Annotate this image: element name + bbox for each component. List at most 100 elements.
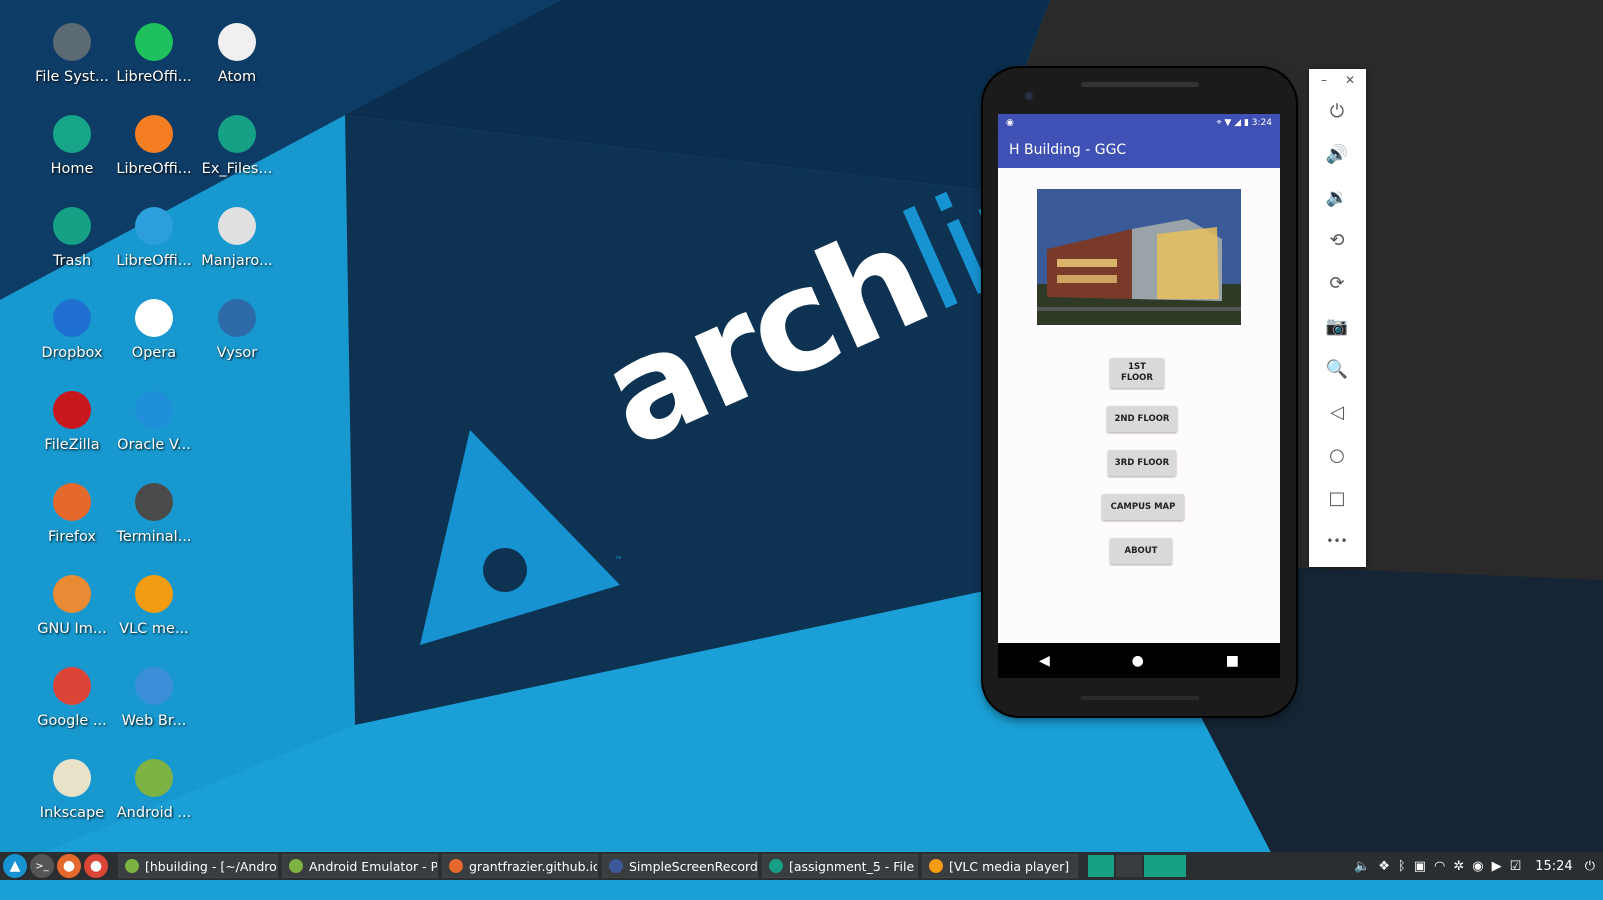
minimize-button[interactable]: – — [1321, 73, 1327, 87]
system-tray: 🔈 ❖ ᛒ ▣ ◠ ✲ ◉ ▶ ☑ 15:24 ⏻ — [1346, 859, 1595, 874]
libreoffice-impress-icon — [135, 115, 173, 153]
emulator-side-toolbar: – ✕ ⏻ 🔊 🔉 ⟲ ⟳ 📷 🔍 ◁ ○ □ ••• — [1309, 69, 1366, 567]
more-icon[interactable]: ••• — [1323, 527, 1351, 555]
desktop-icon-manjaro-settings[interactable]: Manjaro... — [195, 201, 279, 285]
app-button-1st-floor[interactable]: 1ST FLOOR — [1110, 358, 1164, 388]
taskbar-window-button[interactable]: SimpleScreenRecorder — [602, 854, 758, 878]
desktop-icon-libreoffice-calc[interactable]: LibreOffi... — [112, 17, 196, 101]
nav-back-button[interactable]: ◀ — [1039, 653, 1050, 669]
dropbox-icon — [53, 299, 91, 337]
desktop-icon-filezilla[interactable]: FileZilla — [30, 385, 114, 469]
desktop-icon-chrome[interactable]: Google ... — [30, 661, 114, 745]
app-title: H Building - GGC — [1009, 142, 1127, 158]
dropbox-tray-icon[interactable]: ❖ — [1378, 859, 1390, 874]
trash-icon — [53, 207, 91, 245]
window-app-icon — [289, 859, 303, 873]
desktop-icon-file-system[interactable]: File Syst... — [30, 17, 114, 101]
desktop-icon-home-folder[interactable]: Home — [30, 109, 114, 193]
status-time: 3:24 — [1251, 118, 1272, 128]
earpiece-speaker — [1081, 82, 1199, 87]
desktop-icon-dropbox[interactable]: Dropbox — [30, 293, 114, 377]
camera-icon[interactable]: 📷 — [1323, 312, 1351, 340]
desktop-icon-android-studio[interactable]: Android ... — [112, 753, 196, 837]
desktop-icon-label: Ex_Files... — [201, 161, 273, 177]
rotate-right-icon[interactable]: ⟳ — [1323, 269, 1351, 297]
volume-icon[interactable]: 🔈 — [1354, 859, 1370, 874]
app-button-campus-map[interactable]: CAMPUS MAP — [1102, 494, 1184, 520]
close-button[interactable]: ✕ — [1345, 73, 1355, 87]
nav-home-button[interactable]: ● — [1132, 653, 1144, 669]
desktop-icon-libreoffice-writer[interactable]: LibreOffi... — [112, 201, 196, 285]
taskbar-window-button[interactable]: Android Emulator - P... — [282, 854, 438, 878]
desktop-icon-label: LibreOffi... — [116, 69, 192, 85]
desktop-icon-trash[interactable]: Trash — [30, 201, 114, 285]
atom-icon — [218, 23, 256, 61]
desktop-icon-label: Inkscape — [39, 805, 105, 821]
screen-recorder-tray-icon[interactable]: ◉ — [1472, 859, 1483, 874]
clipboard-icon[interactable]: ▣ — [1414, 859, 1426, 874]
bluetooth-icon[interactable]: ᛒ — [1398, 859, 1406, 874]
desktop-icon-gimp[interactable]: GNU Im... — [30, 569, 114, 653]
desktop-icon-label: Opera — [131, 345, 177, 361]
libreoffice-writer-icon — [135, 207, 173, 245]
phone-screen[interactable]: ◉ ⌖ ▼ ◢ ▮ 3:24 H Building - GGC 1ST FLOO… — [998, 114, 1280, 678]
taskbar-window-label: grantfrazier.github.io... — [469, 858, 597, 874]
firefox-launcher-icon[interactable]: ● — [57, 854, 81, 878]
vlc-tray-icon[interactable]: ▶ — [1492, 859, 1502, 874]
desktop-icon-label: Oracle V... — [117, 437, 191, 453]
logout-icon[interactable]: ⏻ — [1585, 859, 1595, 874]
volume-down-icon[interactable]: 🔉 — [1323, 183, 1351, 211]
desktop-icon-inkscape[interactable]: Inkscape — [30, 753, 114, 837]
terminal-icon — [135, 483, 173, 521]
taskbar-window-button[interactable]: grantfrazier.github.io... — [442, 854, 598, 878]
desktop-icon-label: LibreOffi... — [116, 161, 192, 177]
power-icon[interactable]: ⏻ — [1323, 97, 1351, 125]
workspace-switcher[interactable] — [1088, 855, 1186, 877]
desktop-icon-label: Android ... — [116, 805, 192, 821]
desktop-icon-terminal[interactable]: Terminal... — [112, 477, 196, 561]
app-button-2nd-floor[interactable]: 2ND FLOOR — [1107, 406, 1177, 432]
back-icon[interactable]: ◁ — [1323, 398, 1351, 426]
desktop-icon-vlc[interactable]: VLC me... — [112, 569, 196, 653]
taskbar-window-button[interactable]: [hbuilding - [~/Androi... — [118, 854, 278, 878]
start-menu-icon[interactable]: ▲ — [3, 854, 27, 878]
desktop-icon-firefox[interactable]: Firefox — [30, 477, 114, 561]
desktop-icon-label: Web Br... — [121, 713, 187, 729]
workspace-1[interactable] — [1088, 855, 1114, 877]
web-browser-icon — [135, 667, 173, 705]
nav-recents-button[interactable]: ■ — [1226, 653, 1239, 669]
desktop-icon-label: Firefox — [48, 529, 96, 545]
taskbar-window-button[interactable]: [assignment_5 - File ... — [762, 854, 918, 878]
app-button-3rd-floor[interactable]: 3RD FLOOR — [1108, 450, 1176, 476]
taskbar-window-label: [assignment_5 - File ... — [789, 858, 918, 874]
chrome-launcher-icon[interactable]: ● — [84, 854, 108, 878]
taskbar-window-label: Android Emulator - P... — [309, 858, 438, 874]
rotate-left-icon[interactable]: ⟲ — [1323, 226, 1351, 254]
workspace-3[interactable] — [1144, 855, 1186, 877]
desktop-icon-web-browser[interactable]: Web Br... — [112, 661, 196, 745]
taskbar-window-button[interactable]: [VLC media player] — [922, 854, 1078, 878]
volume-up-icon[interactable]: 🔊 — [1323, 140, 1351, 168]
workspace-2[interactable] — [1116, 855, 1142, 877]
updates-icon[interactable]: ✲ — [1453, 859, 1464, 874]
app-button-about[interactable]: ABOUT — [1110, 538, 1172, 564]
desktop-icon-vysor[interactable]: Vysor — [195, 293, 279, 377]
desktop-icon-virtualbox[interactable]: Oracle V... — [112, 385, 196, 469]
desktop-icon-label: Dropbox — [41, 345, 103, 361]
overview-icon[interactable]: □ — [1323, 484, 1351, 512]
desktop-icon-folder[interactable]: Ex_Files... — [195, 109, 279, 193]
wifi-icon[interactable]: ◠ — [1434, 859, 1445, 874]
terminal-launcher-icon[interactable]: >_ — [30, 854, 54, 878]
tasks-check-icon[interactable]: ☑ — [1510, 859, 1522, 874]
android-studio-icon — [135, 759, 173, 797]
desktop-icon-atom[interactable]: Atom — [195, 17, 279, 101]
home-icon[interactable]: ○ — [1323, 441, 1351, 469]
desktop-icon-label: GNU Im... — [37, 621, 107, 637]
zoom-icon[interactable]: 🔍 — [1323, 355, 1351, 383]
desktop-icon-label: Home — [50, 161, 94, 177]
desktop-icon-libreoffice-impress[interactable]: LibreOffi... — [112, 109, 196, 193]
desktop-icon-opera[interactable]: Opera — [112, 293, 196, 377]
app-content: 1ST FLOOR 2ND FLOOR 3RD FLOOR CAMPUS MAP ABO… — [998, 168, 1280, 643]
clock[interactable]: 15:24 — [1535, 859, 1572, 874]
front-camera — [1025, 92, 1033, 100]
